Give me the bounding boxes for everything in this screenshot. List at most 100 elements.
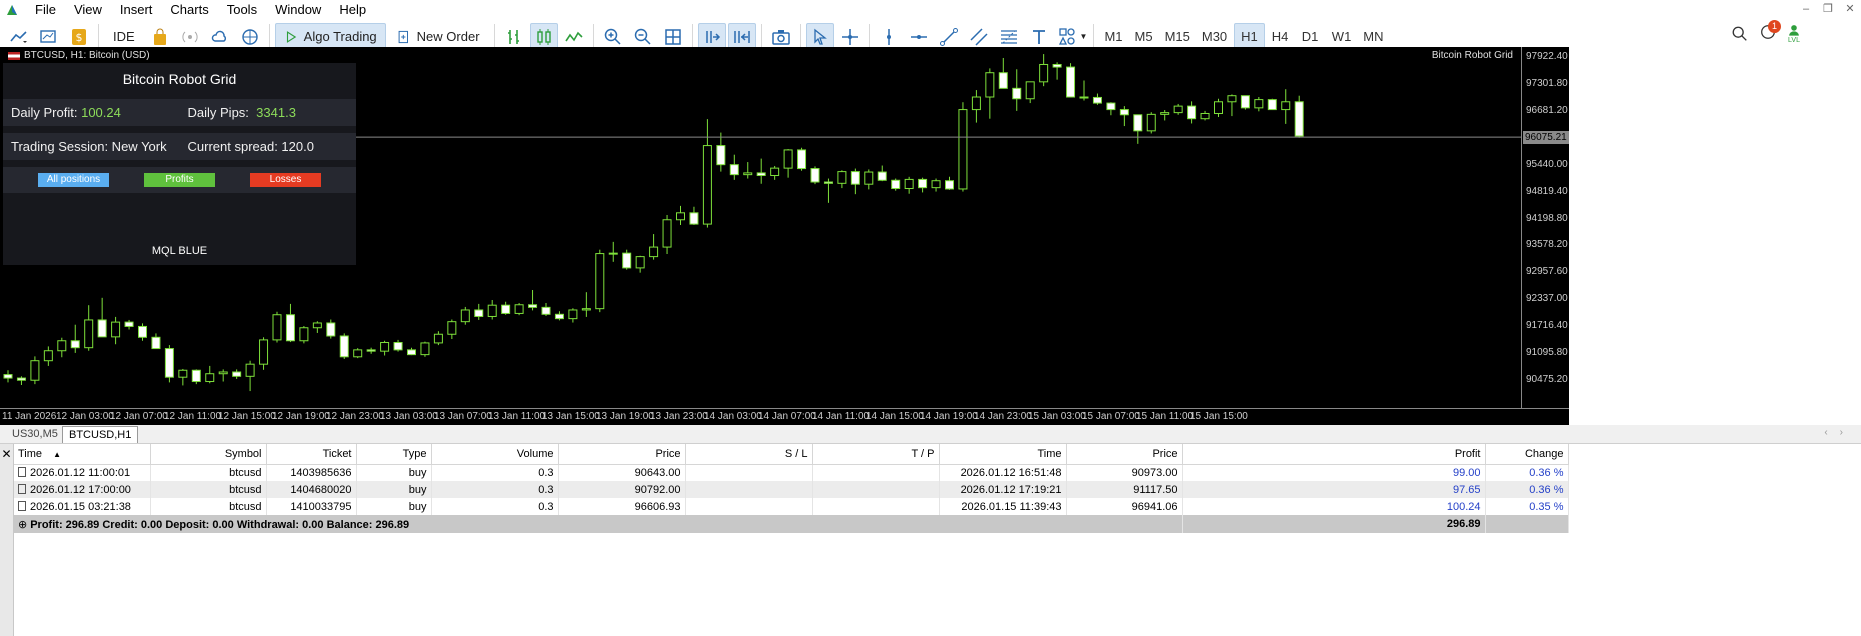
candle-body [810, 168, 820, 183]
ea-filter-buttons: All positions Profits Losses [3, 167, 356, 193]
time-tick-label: 13 Jan 11:00 [488, 411, 546, 422]
summary-empty [1485, 515, 1569, 533]
col-type[interactable]: Type [356, 444, 432, 465]
time-tick-label: 12 Jan 11:00 [164, 411, 222, 422]
col-time[interactable]: Time ▲ [14, 444, 151, 465]
col-change[interactable]: Change [1485, 444, 1569, 465]
row-open-time: 2026.01.12 11:00:01 [30, 466, 131, 479]
col-symbol[interactable]: Symbol [150, 444, 267, 465]
current-price-label: 96075.21 [1523, 131, 1569, 145]
candle-body [407, 349, 416, 356]
candle-body [1214, 101, 1223, 114]
profits-button[interactable]: Profits [144, 173, 215, 187]
candle-body [312, 322, 322, 329]
row-type: buy [356, 464, 432, 481]
row-tp [812, 464, 940, 481]
time-tick-label: 13 Jan 03:00 [380, 411, 438, 422]
close-panel-icon[interactable]: ✕ [0, 447, 13, 461]
candle-body [1281, 101, 1291, 111]
time-axis[interactable]: 11 Jan 2026 12 Jan 03:00 12 Jan 07:00 12 Ja… [0, 408, 1569, 425]
candle-body [1227, 95, 1237, 103]
candle-body [1133, 114, 1143, 132]
table-row[interactable]: 2026.01.15 03:21:38 btcusd 1410033795 bu… [14, 498, 1569, 515]
candle-body [528, 304, 538, 308]
tab-scroll-arrows[interactable]: ‹› [1824, 427, 1855, 438]
col-price[interactable]: Price [558, 444, 686, 465]
chart-right-margin [1569, 47, 1861, 425]
trading-session: Trading Session: New York [11, 139, 167, 154]
timeframe-w1[interactable]: W1 [1326, 29, 1358, 44]
price-tick-label: 91095.80 [1526, 347, 1568, 359]
row-sl [685, 481, 813, 498]
col-tp[interactable]: T / P [812, 444, 940, 465]
timeframe-m1[interactable]: M1 [1098, 29, 1128, 44]
col-sl[interactable]: S / L [685, 444, 813, 465]
row-volume: 0.3 [431, 498, 559, 515]
daily-pips: Daily Pips: 3341.3 [180, 105, 357, 120]
sort-asc-icon: ▲ [53, 449, 62, 459]
row-open-price: 90792.00 [558, 481, 686, 498]
time-tick-label: 15 Jan 03:00 [1028, 411, 1086, 422]
time-tick-label: 14 Jan 11:00 [812, 411, 870, 422]
play-icon [286, 30, 296, 43]
summary-expand-icon[interactable]: ⊕ [18, 519, 27, 531]
timeframe-mn[interactable]: MN [1357, 29, 1389, 44]
table-row[interactable]: 2026.01.12 11:00:01 btcusd 1403985636 bu… [14, 464, 1569, 481]
price-tick-label: 93578.20 [1526, 239, 1568, 251]
candle-body [958, 109, 968, 190]
losses-button[interactable]: Losses [250, 173, 321, 187]
profiles-icon [40, 29, 56, 43]
price-axis[interactable]: 97922.40 97301.80 96681.20 95440.00 94819.40… [1521, 47, 1569, 408]
candle-body [837, 171, 847, 184]
menu-help[interactable]: Help [331, 0, 376, 19]
chart-area[interactable]: BTCUSD, H1: Bitcoin (USD) Bitcoin Robot … [0, 47, 1521, 408]
menu-insert[interactable]: Insert [112, 0, 163, 19]
notifications-button[interactable]: 1 [1759, 20, 1781, 44]
candle-body [460, 309, 470, 323]
level-label: LVL [1788, 37, 1800, 44]
daily-profit: Daily Profit: 100.24 [3, 105, 180, 120]
menu-view[interactable]: View [66, 0, 112, 19]
timeframe-m15[interactable]: M15 [1159, 29, 1196, 44]
row-ticket: 1404680020 [266, 481, 357, 498]
menu-charts[interactable]: Charts [162, 0, 218, 19]
all-positions-button[interactable]: All positions [38, 173, 109, 187]
tab-us30-m5[interactable]: US30,M5 [6, 426, 64, 443]
toolbar-separator [799, 23, 801, 50]
minimize-icon[interactable]: – [1795, 0, 1817, 19]
timeframe-h4[interactable]: H4 [1266, 29, 1296, 44]
col-profit[interactable]: Profit [1182, 444, 1486, 465]
timeframe-d1[interactable]: D1 [1296, 29, 1326, 44]
menu-tools[interactable]: Tools [219, 0, 267, 19]
col-time-label: Time [18, 447, 43, 460]
timeframe-m30[interactable]: M30 [1196, 29, 1233, 44]
candle-body [1012, 87, 1022, 100]
table-row[interactable]: 2026.01.12 17:00:00 btcusd 1404680020 bu… [14, 481, 1569, 498]
tab-btcusd-h1[interactable]: BTCUSD,H1 [62, 426, 139, 443]
candle-body [985, 72, 995, 98]
candle-body [1119, 109, 1129, 116]
candle-body [16, 377, 26, 381]
row-open-time: 2026.01.15 03:21:38 [30, 500, 131, 513]
close-icon[interactable]: ✕ [1839, 0, 1861, 19]
row-close-time: 2026.01.12 17:19:21 [939, 481, 1067, 498]
candle-body [487, 304, 497, 317]
row-tp [812, 498, 940, 515]
cursor-icon [813, 28, 827, 45]
price-tick-label: 95440.00 [1526, 158, 1568, 170]
fibonacci-icon [1000, 29, 1017, 44]
col-volume[interactable]: Volume [431, 444, 559, 465]
candle-body [649, 246, 659, 258]
restore-icon[interactable]: ❐ [1817, 0, 1839, 19]
timeframe-m5[interactable]: M5 [1129, 29, 1159, 44]
menu-file[interactable]: File [27, 0, 66, 19]
menu-window[interactable]: Window [267, 0, 331, 19]
col-ticket[interactable]: Ticket [266, 444, 357, 465]
search-icon[interactable] [1731, 25, 1749, 43]
level-indicator[interactable]: LVL [1787, 23, 1801, 44]
toolbar-separator [868, 23, 870, 50]
col-close-price[interactable]: Price [1066, 444, 1183, 465]
candle-body [1025, 81, 1035, 100]
candle-body [70, 340, 80, 349]
col-close-time[interactable]: Time [939, 444, 1067, 465]
